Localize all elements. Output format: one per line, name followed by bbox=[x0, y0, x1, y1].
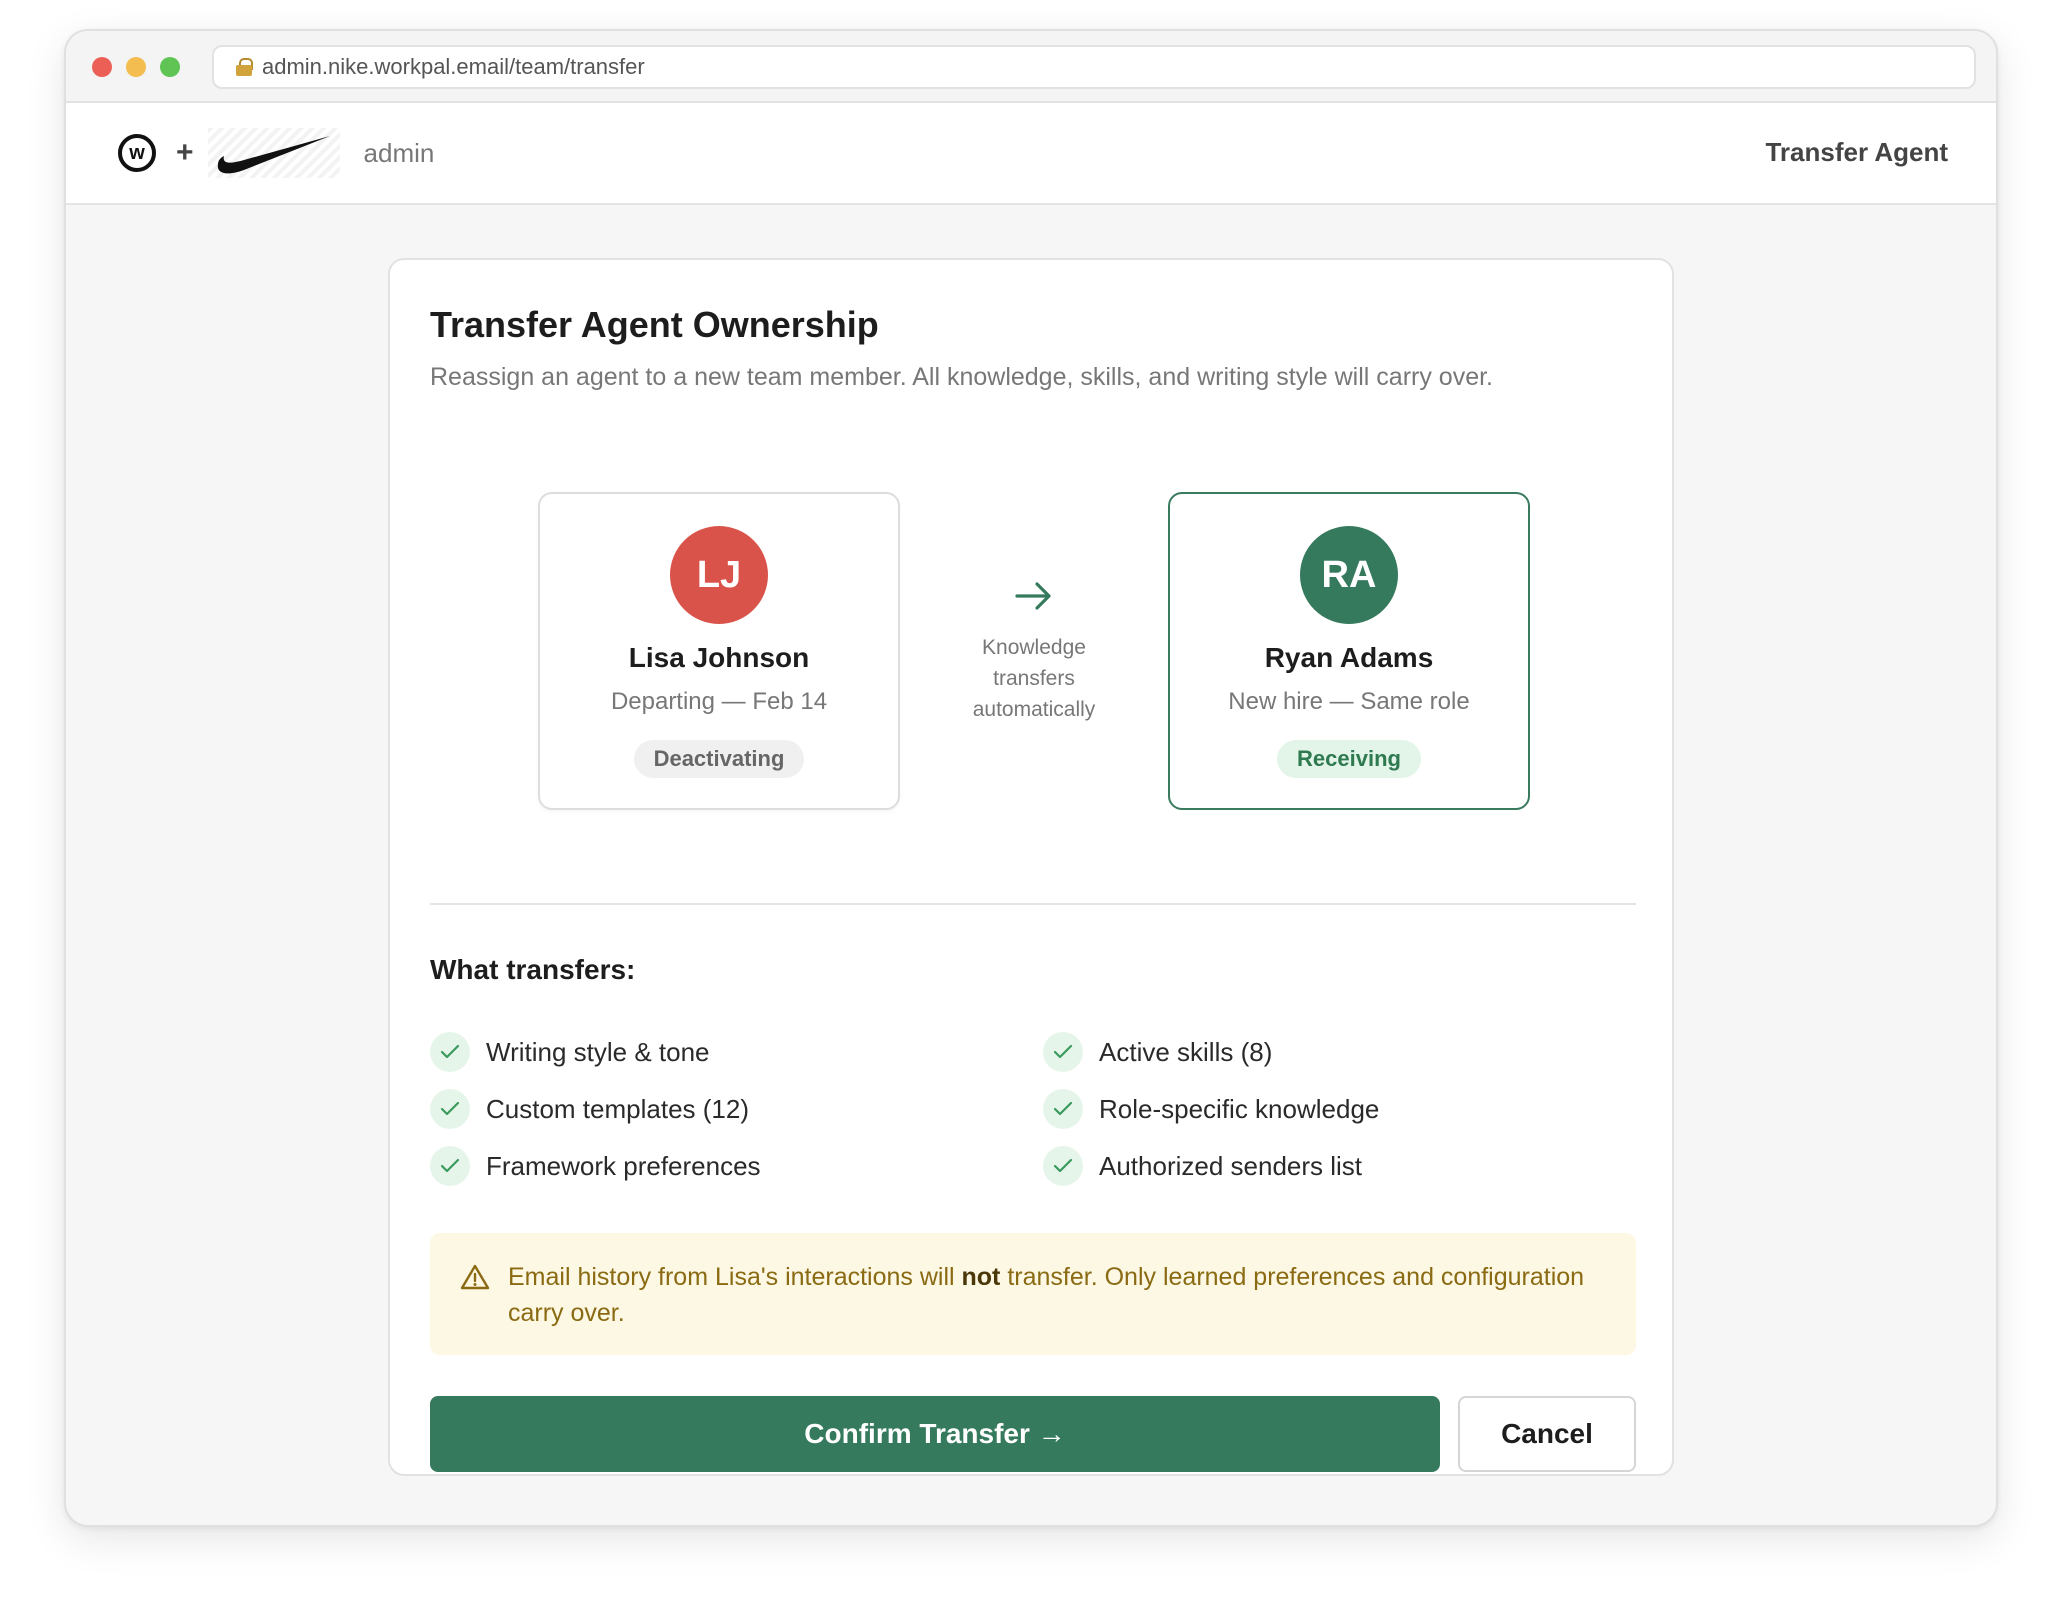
card-title: Transfer Agent Ownership bbox=[430, 304, 879, 345]
warning-text-emphasis: not bbox=[961, 1263, 1001, 1291]
minimize-window-button[interactable] bbox=[126, 57, 146, 77]
from-avatar: LJ bbox=[670, 526, 768, 624]
check-icon bbox=[430, 1032, 470, 1072]
transfers-heading: What transfers: bbox=[430, 954, 636, 985]
admin-label: admin bbox=[363, 137, 435, 168]
from-person-name: Lisa Johnson bbox=[628, 642, 810, 673]
url-text: admin.nike.workpal.email/team/transfer bbox=[262, 54, 645, 79]
list-item-label: Active skills (8) bbox=[1099, 1036, 1273, 1067]
check-icon bbox=[430, 1146, 470, 1186]
list-item: Writing style & tone bbox=[430, 1032, 710, 1072]
from-person-card: LJ Lisa Johnson Departing — Feb 14 Deact… bbox=[538, 492, 900, 810]
transfer-note-line3: automatically bbox=[972, 698, 1096, 721]
arrow-right-icon bbox=[1015, 582, 1051, 610]
list-item-label: Authorized senders list bbox=[1099, 1150, 1363, 1181]
card-subtitle: Reassign an agent to a new team member. … bbox=[430, 363, 1493, 391]
browser-window: admin.nike.workpal.email/team/transfer w… bbox=[64, 29, 1998, 1527]
section-divider bbox=[430, 903, 1636, 905]
warning-icon bbox=[460, 1264, 490, 1290]
check-icon bbox=[1043, 1032, 1083, 1072]
transfer-note: Knowledge transfers automatically bbox=[910, 632, 1158, 725]
check-icon bbox=[1043, 1089, 1083, 1129]
warning-banner: Email history from Lisa's interactions w… bbox=[430, 1233, 1636, 1355]
lock-icon bbox=[236, 58, 253, 76]
list-item-label: Role-specific knowledge bbox=[1099, 1093, 1380, 1124]
transfer-card: Transfer Agent Ownership Reassign an age… bbox=[388, 258, 1674, 1476]
to-person-detail: New hire — Same role bbox=[1228, 688, 1470, 715]
confirm-transfer-button[interactable]: Confirm Transfer → bbox=[430, 1396, 1440, 1472]
from-person-detail: Departing — Feb 14 bbox=[610, 688, 828, 715]
list-item-label: Framework preferences bbox=[486, 1150, 761, 1181]
check-icon bbox=[430, 1089, 470, 1129]
workpal-logo-letter: w bbox=[129, 141, 145, 164]
transfer-note-line2: transfers bbox=[993, 667, 1075, 690]
to-avatar: RA bbox=[1300, 526, 1398, 624]
list-item: Role-specific knowledge bbox=[1043, 1089, 1379, 1129]
warning-text-pre: Email history from Lisa's interactions w… bbox=[508, 1263, 962, 1291]
to-person-name: Ryan Adams bbox=[1264, 642, 1434, 673]
window-controls bbox=[92, 57, 180, 77]
from-status-badge: Deactivating bbox=[633, 740, 805, 778]
to-person-card: RA Ryan Adams New hire — Same role Recei… bbox=[1168, 492, 1530, 810]
list-item: Framework preferences bbox=[430, 1146, 761, 1186]
address-bar[interactable]: admin.nike.workpal.email/team/transfer bbox=[212, 45, 1976, 89]
nike-logo-icon bbox=[207, 128, 340, 178]
plus-sign: + bbox=[176, 136, 194, 169]
list-item: Authorized senders list bbox=[1043, 1146, 1362, 1186]
brand-lockup[interactable]: w + admin bbox=[118, 128, 434, 178]
browser-titlebar: admin.nike.workpal.email/team/transfer bbox=[66, 31, 1996, 103]
maximize-window-button[interactable] bbox=[160, 57, 180, 77]
workpal-logo-icon: w bbox=[118, 134, 156, 172]
app-header: w + admin Transfer Agent bbox=[66, 103, 1996, 205]
close-window-button[interactable] bbox=[92, 57, 112, 77]
page-title: Transfer Agent bbox=[1765, 137, 1948, 167]
transfer-note-line1: Knowledge bbox=[982, 636, 1086, 659]
list-item-label: Custom templates (12) bbox=[486, 1093, 749, 1124]
cancel-button[interactable]: Cancel bbox=[1458, 1396, 1636, 1472]
list-item: Custom templates (12) bbox=[430, 1089, 749, 1129]
check-icon bbox=[1043, 1146, 1083, 1186]
transfer-indicator: Knowledge transfers automatically bbox=[910, 580, 1158, 725]
to-status-badge: Receiving bbox=[1277, 740, 1421, 778]
list-item-label: Writing style & tone bbox=[486, 1036, 710, 1067]
list-item: Active skills (8) bbox=[1043, 1032, 1272, 1072]
warning-text: Email history from Lisa's interactions w… bbox=[508, 1259, 1606, 1331]
